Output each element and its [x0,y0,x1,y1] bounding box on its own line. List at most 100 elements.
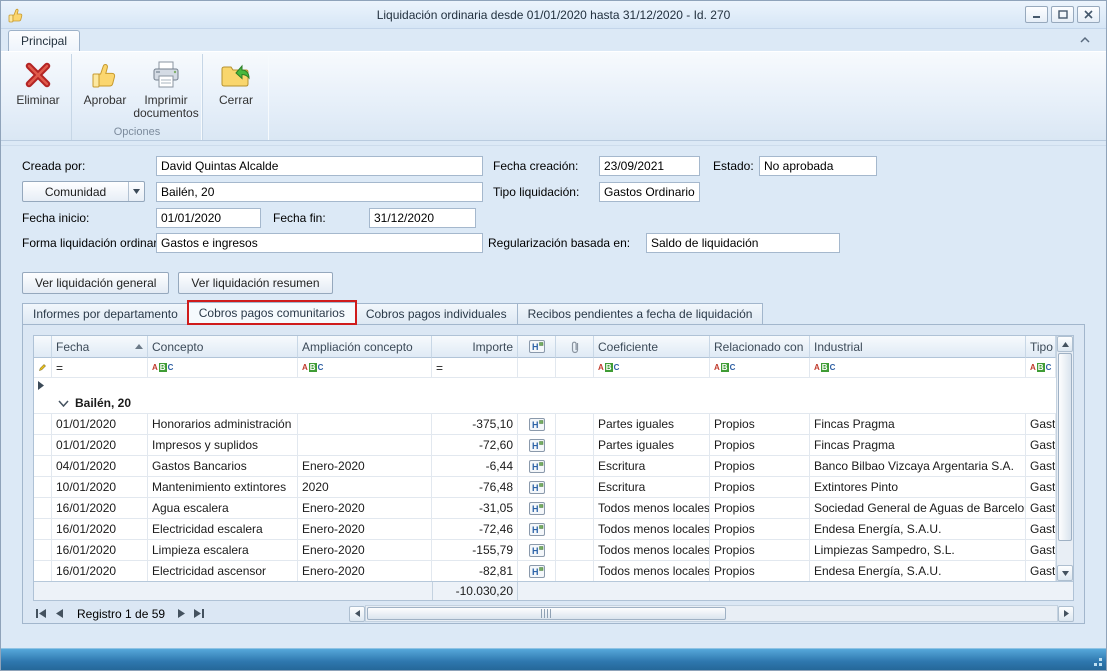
cerrar-button[interactable]: Cerrar [207,56,265,126]
tab-cobros-pagos-individuales[interactable]: Cobros pagos individuales [356,303,518,324]
cell-fecha[interactable]: 16/01/2020 [52,519,148,540]
previous-record-button[interactable] [51,606,67,622]
column-header-tipo[interactable]: Tipo liquida [1026,336,1056,358]
cell-ampliacion[interactable] [298,435,432,456]
cell-industrial[interactable]: Endesa Energía, S.A.U. [810,519,1026,540]
maximize-button[interactable] [1051,6,1074,23]
forma-liquidacion-field[interactable] [156,233,483,253]
cell-concepto[interactable]: Electricidad ascensor [148,561,298,581]
fecha-inicio-field[interactable] [156,208,261,228]
cell-adjuntos[interactable] [556,498,594,519]
cell-adjuntos[interactable] [556,519,594,540]
comunidad-field[interactable] [156,182,483,202]
creada-por-field[interactable] [156,156,483,176]
filter-relacionado[interactable]: ABC [710,358,810,378]
cell-relacionado[interactable]: Propios [710,477,810,498]
cell-industrial[interactable]: Extintores Pinto [810,477,1026,498]
cell-importe[interactable]: -155,79 [432,540,518,561]
cell-coeficiente[interactable]: Todos menos locales [594,561,710,581]
cell-coeficiente[interactable]: Escritura [594,477,710,498]
cell-ampliacion[interactable] [298,414,432,435]
cell-tipo[interactable]: Gastos [1026,498,1056,519]
cell-tipo[interactable]: Gastos [1026,519,1056,540]
cell-coeficiente[interactable]: Todos menos locales [594,498,710,519]
table-row[interactable]: 16/01/2020 Agua escalera Enero-2020 -31,… [34,498,1056,519]
column-header-concepto[interactable]: Concepto [148,336,298,358]
cell-tipo[interactable]: Gastos [1026,540,1056,561]
cell-ampliacion[interactable]: 2020 [298,477,432,498]
cell-concepto[interactable]: Gastos Bancarios [148,456,298,477]
filter-adjuntos[interactable] [556,358,594,378]
table-row[interactable]: 10/01/2020 Mantenimiento extintores 2020… [34,477,1056,498]
fecha-creacion-field[interactable] [599,156,700,176]
close-button[interactable] [1077,6,1100,23]
cell-relacionado[interactable]: Propios [710,540,810,561]
cell-concepto[interactable]: Agua escalera [148,498,298,519]
cell-coeficiente[interactable]: Escritura [594,456,710,477]
first-record-button[interactable] [33,606,49,622]
cell-fecha[interactable]: 01/01/2020 [52,414,148,435]
cell-industrial[interactable]: Sociedad General de Aguas de Barcelona, … [810,498,1026,519]
scroll-up-button[interactable] [1057,336,1073,352]
cell-industrial[interactable]: Fincas Pragma [810,435,1026,456]
cell-industrial[interactable]: Endesa Energía, S.A.U. [810,561,1026,581]
cell-concepto[interactable]: Mantenimiento extintores [148,477,298,498]
cell-fecha[interactable]: 16/01/2020 [52,561,148,581]
table-row[interactable]: 16/01/2020 Limpieza escalera Enero-2020 … [34,540,1056,561]
table-row[interactable]: 16/01/2020 Electricidad ascensor Enero-2… [34,561,1056,581]
ribbon-collapse-button[interactable] [1076,32,1094,48]
table-row[interactable]: 01/01/2020 Honorarios administración -37… [34,414,1056,435]
ver-liquidacion-general-button[interactable]: Ver liquidación general [22,272,169,294]
column-header-importe[interactable]: Importe [432,336,518,358]
eliminar-button[interactable]: Eliminar [9,56,67,126]
cell-importe[interactable]: -6,44 [432,456,518,477]
filter-concepto[interactable]: ABC [148,358,298,378]
cell-adjuntos[interactable] [556,414,594,435]
cell-relacionado[interactable]: Propios [710,561,810,581]
cell-relacionado[interactable]: Propios [710,414,810,435]
cell-importe[interactable]: -72,46 [432,519,518,540]
tipo-liquidacion-field[interactable] [599,182,700,202]
group-row[interactable]: Bailén, 20 [34,393,1056,414]
cell-importe[interactable]: -31,05 [432,498,518,519]
cell-contabilidad[interactable]: H [518,519,556,540]
cell-contabilidad[interactable]: H [518,477,556,498]
comunidad-dropdown-button[interactable]: Comunidad [22,181,145,202]
cell-adjuntos[interactable] [556,561,594,581]
column-header-ampliacion[interactable]: Ampliación concepto [298,336,432,358]
cell-coeficiente[interactable]: Partes iguales [594,435,710,456]
cell-ampliacion[interactable]: Enero-2020 [298,561,432,581]
ver-liquidacion-resumen-button[interactable]: Ver liquidación resumen [178,272,332,294]
cell-ampliacion[interactable]: Enero-2020 [298,519,432,540]
cell-adjuntos[interactable] [556,477,594,498]
cell-contabilidad[interactable]: H [518,435,556,456]
estado-field[interactable] [759,156,877,176]
cell-contabilidad[interactable]: H [518,414,556,435]
last-record-button[interactable] [191,606,207,622]
tab-recibos-pendientes[interactable]: Recibos pendientes a fecha de liquidació… [518,303,764,324]
cell-importe[interactable]: -76,48 [432,477,518,498]
cell-fecha[interactable]: 16/01/2020 [52,540,148,561]
vertical-scrollbar[interactable] [1056,336,1073,581]
cell-tipo[interactable]: Gastos [1026,561,1056,581]
column-header-adjuntos[interactable] [556,336,594,358]
resize-grip[interactable] [1091,655,1103,667]
cell-tipo[interactable]: Gastos [1026,477,1056,498]
fecha-fin-field[interactable] [369,208,476,228]
imprimir-documentos-button[interactable]: Imprimir documentos [134,56,198,126]
cell-coeficiente[interactable]: Todos menos locales [594,519,710,540]
cell-concepto[interactable]: Impresos y suplidos [148,435,298,456]
cell-industrial[interactable]: Banco Bilbao Vizcaya Argentaria S.A. [810,456,1026,477]
minimize-button[interactable] [1025,6,1048,23]
cell-ampliacion[interactable]: Enero-2020 [298,456,432,477]
table-row[interactable]: 16/01/2020 Electricidad escalera Enero-2… [34,519,1056,540]
tab-informes-departamento[interactable]: Informes por departamento [22,303,189,324]
tab-cobros-pagos-comunitarios[interactable]: Cobros pagos comunitarios [189,302,356,324]
filter-ampliacion[interactable]: ABC [298,358,432,378]
cell-concepto[interactable]: Honorarios administración [148,414,298,435]
horizontal-scrollbar[interactable] [349,605,1074,622]
horizontal-scroll-track[interactable] [365,605,1058,622]
cell-tipo[interactable]: Gastos [1026,435,1056,456]
filter-fecha[interactable]: = [52,358,148,378]
filter-importe[interactable]: = [432,358,518,378]
